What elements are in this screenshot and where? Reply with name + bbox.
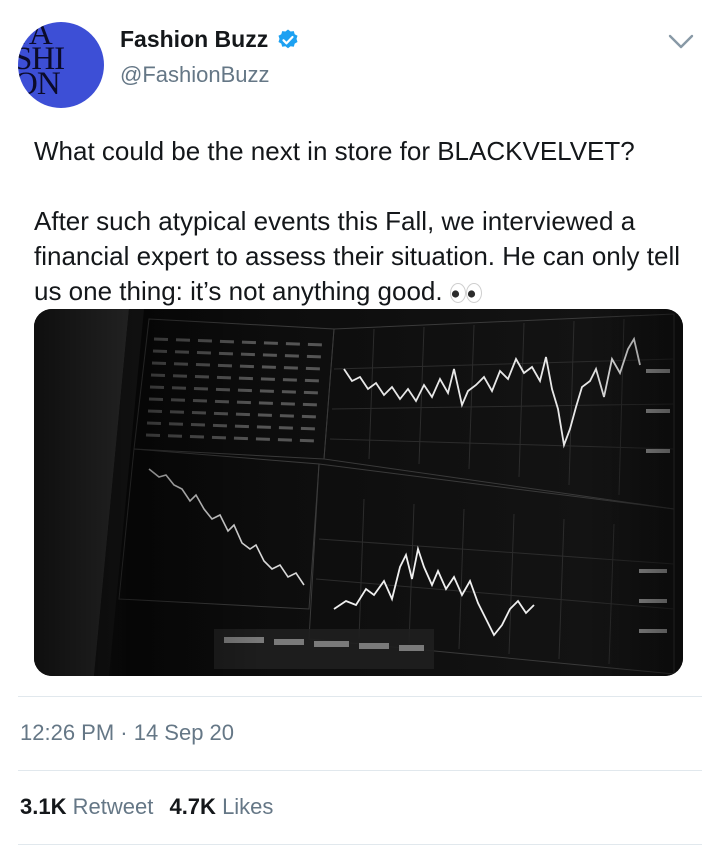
author-handle[interactable]: @FashionBuzz [120, 62, 270, 88]
engagement-stats: 3.1K Retweet 4.7K Likes [20, 794, 283, 820]
tweet-text-line2: After such atypical events this Fall, we… [34, 206, 681, 306]
verified-badge-icon [278, 29, 298, 48]
eyes-icon [449, 283, 482, 304]
likes-label: Likes [222, 794, 274, 819]
likes-count: 4.7K [169, 794, 216, 819]
author-name[interactable]: Fashion Buzz [120, 26, 268, 53]
author-name-row: Fashion Buzz [120, 26, 300, 53]
likes-stat[interactable]: 4.7K Likes [169, 794, 273, 819]
chevron-down-icon[interactable] [668, 34, 694, 50]
retweets-count: 3.1K [20, 794, 67, 819]
avatar[interactable]: FA SHI ON [18, 22, 104, 108]
divider [18, 770, 702, 771]
tweet-text-paragraph: After such atypical events this Fall, we… [34, 204, 694, 309]
divider [18, 696, 702, 697]
avatar-logo-text: FA SHI ON [18, 22, 65, 102]
stock-chart-photo [34, 309, 683, 676]
tweet-body: What could be the next in store for BLAC… [34, 134, 694, 309]
tweet-media-image[interactable] [34, 309, 683, 676]
tweet-text-line1: What could be the next in store for BLAC… [34, 136, 635, 166]
tweet-timestamp[interactable]: 12:26 PM · 14 Sep 20 [20, 720, 234, 746]
retweets-stat[interactable]: 3.1K Retweet [20, 794, 153, 819]
retweets-label: Retweet [72, 794, 154, 819]
divider [18, 844, 702, 845]
